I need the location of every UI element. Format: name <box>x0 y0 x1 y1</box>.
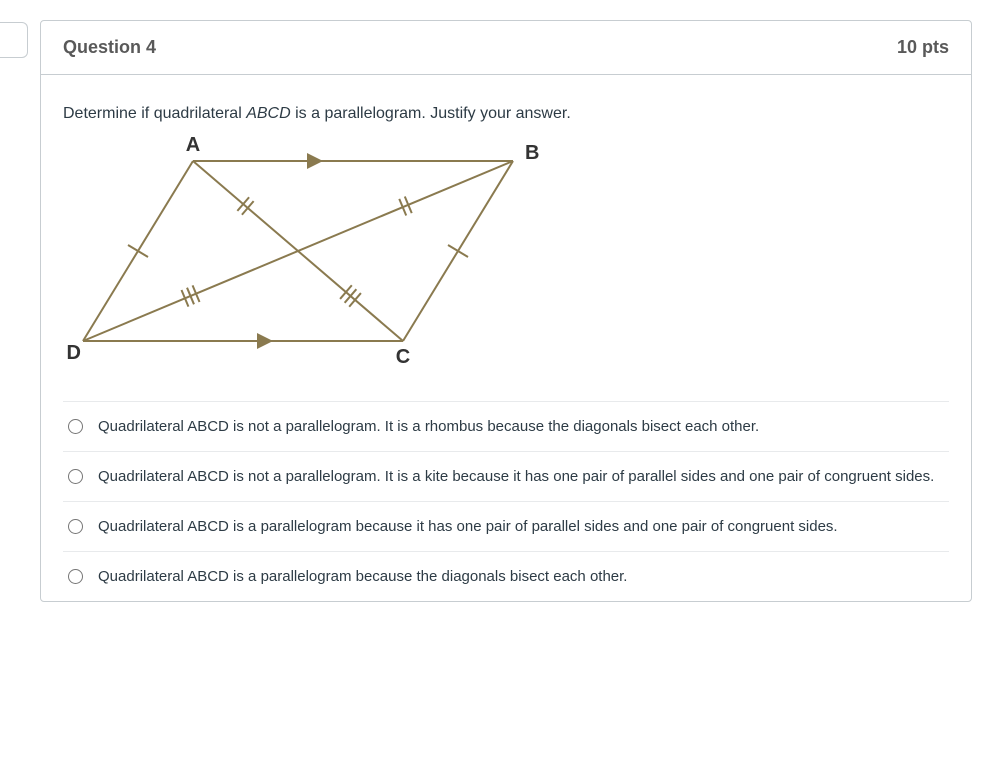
answer-radio[interactable] <box>68 469 83 484</box>
answer-radio[interactable] <box>68 519 83 534</box>
answer-radio[interactable] <box>68 569 83 584</box>
answer-text: Quadrilateral ABCD is not a parallelogra… <box>98 466 949 487</box>
question-card: Question 4 10 pts Determine if quadrilat… <box>40 20 972 602</box>
answer-text: Quadrilateral ABCD is a parallelogram be… <box>98 516 949 537</box>
vertex-label-d: D <box>67 342 81 364</box>
question-prompt: Determine if quadrilateral ABCD is a par… <box>63 105 949 123</box>
question-title: Question 4 <box>63 37 156 58</box>
answer-option[interactable]: Quadrilateral ABCD is a parallelogram be… <box>63 501 949 551</box>
answer-text: Quadrilateral ABCD is not a parallelogra… <box>98 416 949 437</box>
parallel-mark-arrow-icon <box>257 153 323 349</box>
vertex-label-c: C <box>396 346 410 368</box>
answer-radio[interactable] <box>68 419 83 434</box>
answer-option[interactable]: Quadrilateral ABCD is not a parallelogra… <box>63 401 949 451</box>
prompt-text-post: is a parallelogram. Justify your answer. <box>291 105 571 122</box>
prompt-text-pre: Determine if quadrilateral <box>63 105 246 122</box>
prompt-text-ital: ABCD <box>246 105 290 122</box>
answer-option[interactable]: Quadrilateral ABCD is a parallelogram be… <box>63 551 949 601</box>
answer-text: Quadrilateral ABCD is a parallelogram be… <box>98 566 949 587</box>
parallelogram-diagram-svg: A B C D <box>63 131 543 371</box>
answer-option[interactable]: Quadrilateral ABCD is not a parallelogra… <box>63 451 949 501</box>
question-body: Determine if quadrilateral ABCD is a par… <box>41 75 971 601</box>
question-points: 10 pts <box>897 37 949 58</box>
vertex-label-b: B <box>525 142 539 164</box>
side-tab-stub <box>0 22 28 58</box>
question-header: Question 4 10 pts <box>41 21 971 75</box>
answer-list: Quadrilateral ABCD is not a parallelogra… <box>63 401 949 601</box>
question-diagram: A B C D <box>63 131 949 371</box>
vertex-label-a: A <box>186 134 200 156</box>
